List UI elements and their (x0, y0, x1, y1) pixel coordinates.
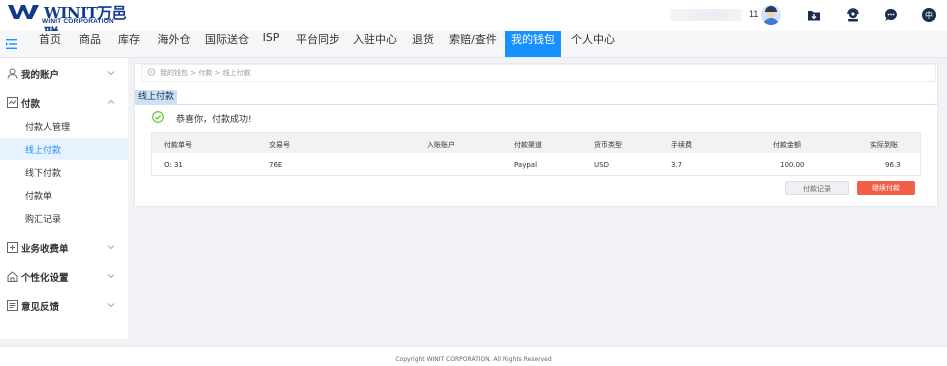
sidebar-item-online-payment[interactable]: 线上付款 (0, 138, 128, 160)
nav-my-wallet[interactable]: 我的钱包 (505, 31, 561, 57)
sidebar-group-label: 业务收费单 (21, 244, 69, 255)
sidebar-group-feedback[interactable]: 意见反馈 (0, 295, 128, 317)
nav-overseas-warehouse[interactable]: 海外仓 (152, 31, 196, 57)
sidebar-item-label: 购汇记录 (25, 215, 62, 225)
winit-logo[interactable]: WINIT万邑联 WINIT CORPORATION (8, 2, 128, 43)
nav-returns[interactable]: 退货 (407, 31, 439, 57)
bill-icon (7, 242, 18, 253)
sidebar-group-label: 意见反馈 (21, 302, 60, 313)
sidebar-item-label: 线下付款 (25, 169, 62, 179)
customer-service-icon[interactable] (845, 7, 861, 23)
location-pin-icon (147, 68, 156, 76)
continue-payment-button[interactable]: 继续付款 (857, 181, 915, 195)
language-icon[interactable]: 中 (921, 7, 937, 23)
transaction-number: 76E (269, 161, 283, 169)
handling-fee: 3.7 (671, 161, 683, 169)
payment-amount: 100.00 (780, 161, 805, 169)
sidebar-item-label: 付款单 (25, 192, 53, 202)
nav-products[interactable]: 商品 (74, 31, 106, 57)
nav-claims[interactable]: 索赔/查件 (447, 31, 499, 57)
sidebar-group-label: 我的账户 (21, 70, 60, 81)
column-header: 入账账户 (427, 141, 455, 149)
chevron-down-icon (107, 303, 115, 308)
download-folder-icon[interactable] (806, 7, 822, 23)
nav-home[interactable]: 首页 (34, 31, 66, 57)
chevron-down-icon (107, 71, 115, 76)
success-check-icon (152, 111, 164, 123)
payment-order-number: O: 31 (164, 161, 183, 169)
nav-onboarding-center[interactable]: 入驻中心 (350, 31, 400, 57)
sidebar-group-personal-settings[interactable]: 个性化设置 (0, 266, 128, 288)
success-message: 恭喜你，付款成功! (176, 115, 252, 125)
nav-platform-sync[interactable]: 平台同步 (292, 31, 344, 57)
breadcrumb-text: 我的钱包 > 付款 > 线上付款 (160, 69, 251, 77)
payment-result-table: 付款单号 交易号 入账账户 付款渠道 货币类型 手续费 付款金额 实际到账 O:… (151, 132, 921, 176)
currency-type: USD (594, 161, 609, 169)
avatar[interactable] (761, 5, 781, 25)
column-header: 付款单号 (164, 141, 192, 149)
column-header: 货币类型 (594, 141, 622, 149)
nav-international-delivery[interactable]: 国际送仓 (202, 31, 252, 57)
sidebar-group-business-bills[interactable]: 业务收费单 (0, 237, 128, 259)
nav-inventory[interactable]: 库存 (113, 31, 145, 57)
nav-isp[interactable]: ISP (258, 31, 284, 57)
sidebar-item-fx-records[interactable]: 购汇记录 (0, 207, 128, 229)
column-header: 付款金额 (773, 141, 801, 149)
column-header: 付款渠道 (514, 141, 542, 149)
chevron-down-icon (107, 245, 115, 250)
sidebar-item-label: 付款人管理 (25, 123, 71, 133)
chevron-down-icon (107, 274, 115, 279)
table-header: 付款单号 交易号 入账账户 付款渠道 货币类型 手续费 付款金额 实际到账 (152, 133, 920, 153)
breadcrumb: 我的钱包 > 付款 > 线上付款 (141, 64, 936, 82)
sidebar-item-label: 线上付款 (25, 146, 62, 156)
tab-underline (135, 104, 937, 105)
home-icon (7, 271, 18, 282)
sidebar-group-label: 付款 (21, 99, 41, 110)
user-name[interactable]: 11 (749, 9, 758, 19)
tab-online-payment[interactable]: 线上付款 (135, 90, 177, 105)
feedback-icon (7, 300, 18, 311)
sidebar-item-payment-orders[interactable]: 付款单 (0, 184, 128, 206)
column-header: 手续费 (671, 141, 692, 149)
winit-logo-mark (8, 5, 39, 19)
sidebar-group-payment[interactable]: 付款 (0, 92, 128, 114)
sidebar-item-payer-management[interactable]: 付款人管理 (0, 115, 128, 137)
top-bar: WINIT万邑联 WINIT CORPORATION 11 中 (0, 0, 947, 43)
column-header: 实际到账 (870, 141, 898, 149)
copyright-text: Copyright WINIT CORPORATION. All Rights … (395, 356, 552, 363)
nav-personal-center[interactable]: 个人中心 (567, 31, 619, 57)
menu-toggle-icon[interactable] (6, 38, 17, 50)
main-nav: 首页 商品 库存 海外仓 国际送仓 ISP 平台同步 入驻中心 退货 索赔/查件… (0, 31, 947, 58)
sidebar: 我的账户 付款 付款人管理 线上付款 线下付款 付款单 购汇记录 业务收费单 个… (0, 58, 128, 339)
payment-icon (7, 97, 18, 108)
svg-text:中: 中 (925, 10, 933, 20)
message-icon[interactable] (883, 7, 899, 23)
chevron-up-icon (107, 99, 115, 104)
actual-received: 96.3 (885, 161, 901, 169)
sidebar-group-label: 个性化设置 (21, 273, 69, 284)
user-icon (7, 68, 18, 79)
sidebar-item-offline-payment[interactable]: 线下付款 (0, 161, 128, 183)
payment-records-button[interactable]: 付款记录 (785, 181, 849, 195)
user-info-redacted (670, 9, 742, 21)
footer: Copyright WINIT CORPORATION. All Rights … (0, 346, 947, 366)
brand-subtitle: WINIT CORPORATION (42, 18, 114, 25)
payment-channel: Paypal (514, 161, 538, 169)
column-header: 交易号 (269, 141, 290, 149)
sidebar-group-my-account[interactable]: 我的账户 (0, 63, 128, 85)
